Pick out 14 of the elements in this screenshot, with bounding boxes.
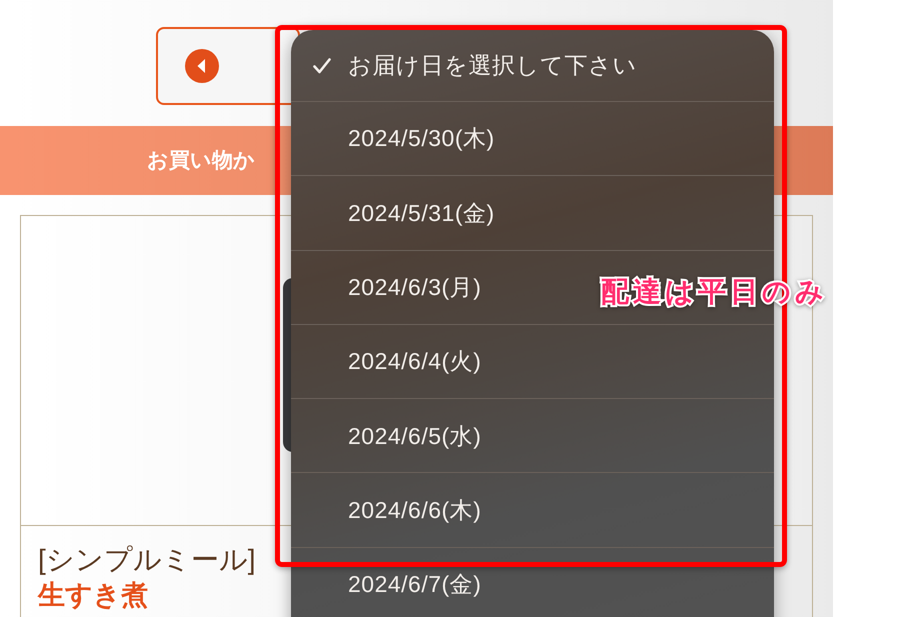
menu-option[interactable]: 2024/6/3(月): [313, 270, 482, 304]
banner-text: お買い物か: [147, 148, 255, 174]
annotation-note: 配達は平日のみ: [601, 275, 828, 309]
menu-option[interactable]: 2024/6/5(水): [313, 418, 482, 454]
product-category: [シンプルミール]: [38, 543, 256, 577]
product-name: 生すき煮: [38, 579, 148, 612]
menu-option[interactable]: 2024/6/4(火): [313, 344, 482, 379]
back-button[interactable]: [156, 27, 300, 105]
menu-option[interactable]: お届け日を選択して下さい: [313, 48, 637, 83]
menu-option[interactable]: 2024/6/6(木): [313, 492, 482, 528]
menu-option[interactable]: 2024/5/30(木): [313, 121, 495, 156]
menu-option[interactable]: 2024/6/7(金): [313, 567, 482, 602]
check-icon: [313, 58, 331, 74]
menu-option[interactable]: 2024/5/31(金): [313, 196, 495, 230]
